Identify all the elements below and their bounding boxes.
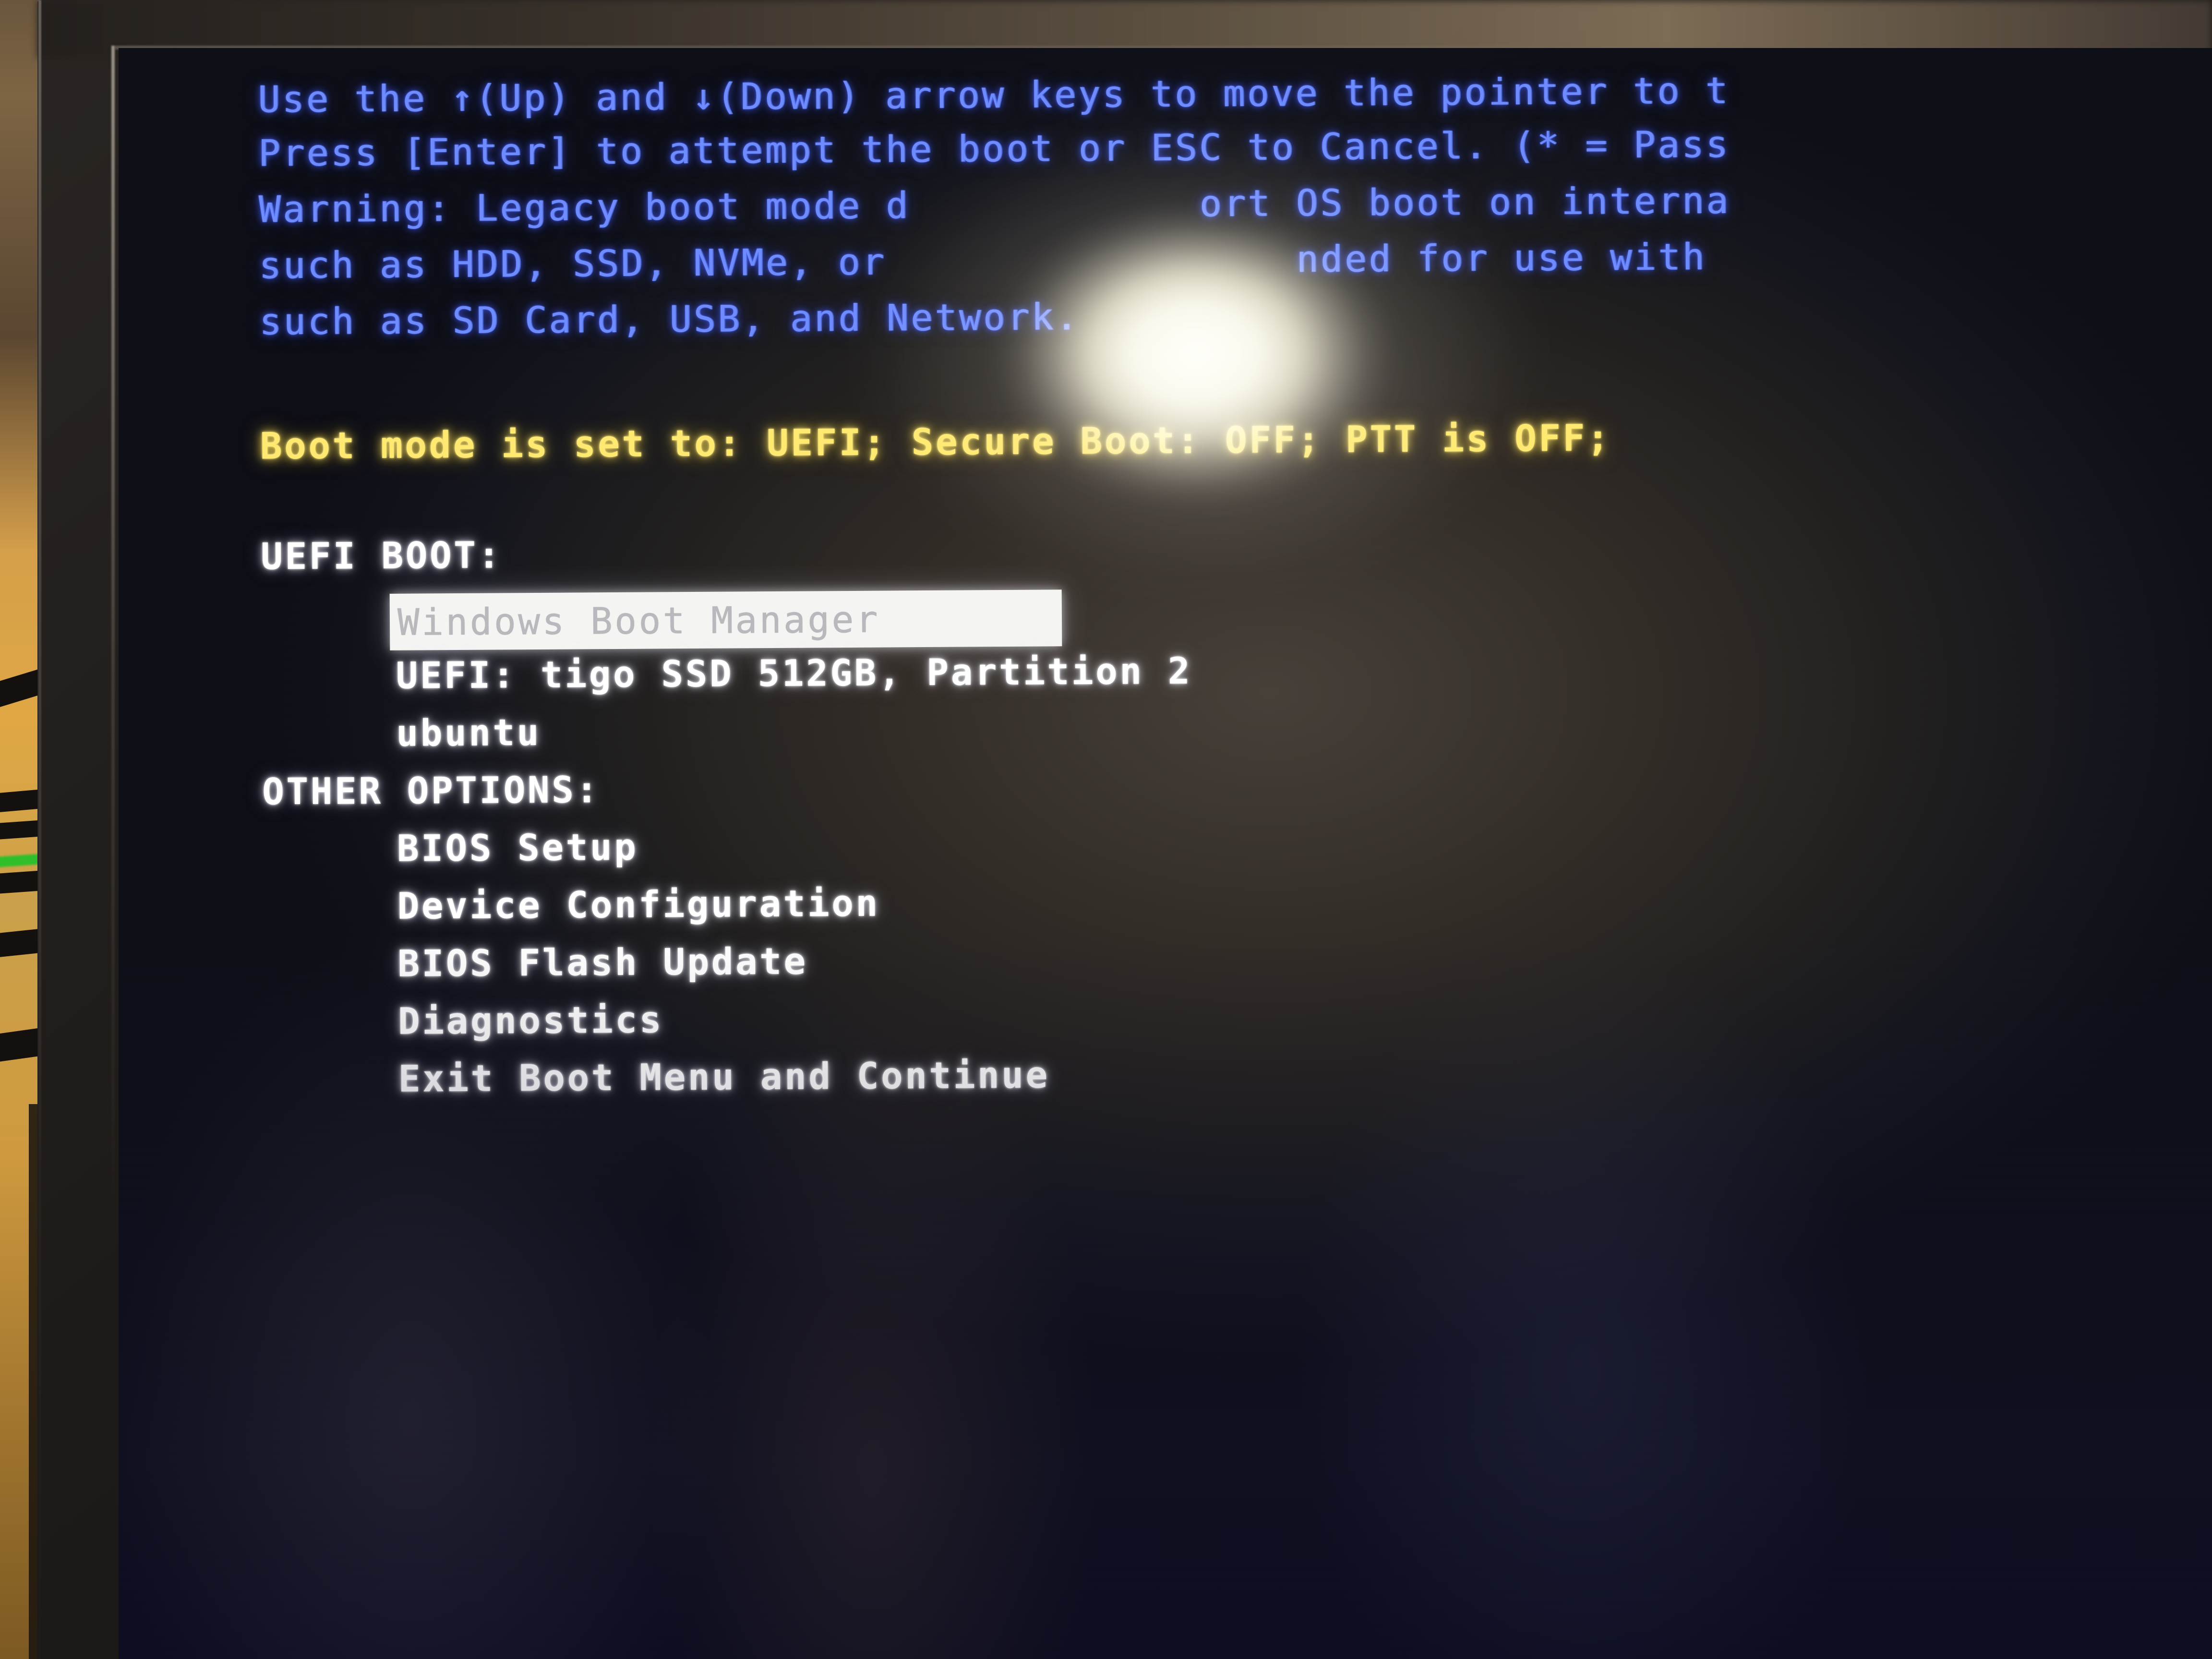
boot-entry-windows-boot-manager[interactable]: Windows Boot Manager (389, 589, 1062, 650)
screenshot-stage: Use the ↑(Up) and ↓(Down) arrow keys to … (0, 0, 2212, 1659)
option-exit-boot-menu-and-continue[interactable]: Exit Boot Menu and Continue (398, 1053, 1050, 1100)
boot-entry-ubuntu[interactable]: ubuntu (396, 711, 541, 755)
boot-menu-text: Use the ↑(Up) and ↓(Down) arrow keys to … (119, 48, 2212, 1659)
option-device-configuration[interactable]: Device Configuration (397, 882, 880, 927)
other-options-heading: OTHER OPTIONS: (262, 768, 601, 813)
instruction-line-3: Warning: Legacy boot mode d ort OS boot … (258, 179, 1731, 231)
option-bios-setup[interactable]: BIOS Setup (397, 826, 638, 870)
boot-entry-uefi-tigo-ssd[interactable]: UEFI: tigo SSD 512GB, Partition 2 (396, 649, 1192, 697)
boot-entry-label: Windows Boot Manager (397, 598, 880, 644)
instruction-line-4: such as HDD, SSD, NVMe, or nded for use … (259, 235, 1707, 287)
bezel-left-edge (38, 0, 41, 1659)
lcd-screen: Use the ↑(Up) and ↓(Down) arrow keys to … (119, 48, 2212, 1659)
instruction-line-1: Use the ↑(Up) and ↓(Down) arrow keys to … (258, 69, 1730, 121)
boot-mode-status-line: Boot mode is set to: UEFI; Secure Boot: … (260, 416, 1611, 468)
option-diagnostics[interactable]: Diagnostics (398, 998, 663, 1042)
instruction-line-2: Press [Enter] to attempt the boot or ESC… (258, 122, 1730, 175)
uefi-boot-heading: UEFI BOOT: (260, 533, 503, 578)
bezel-inner-left-highlight (111, 46, 115, 1198)
option-bios-flash-update[interactable]: BIOS Flash Update (397, 940, 808, 985)
instruction-line-5: such as SD Card, USB, and Network. (259, 295, 1080, 343)
